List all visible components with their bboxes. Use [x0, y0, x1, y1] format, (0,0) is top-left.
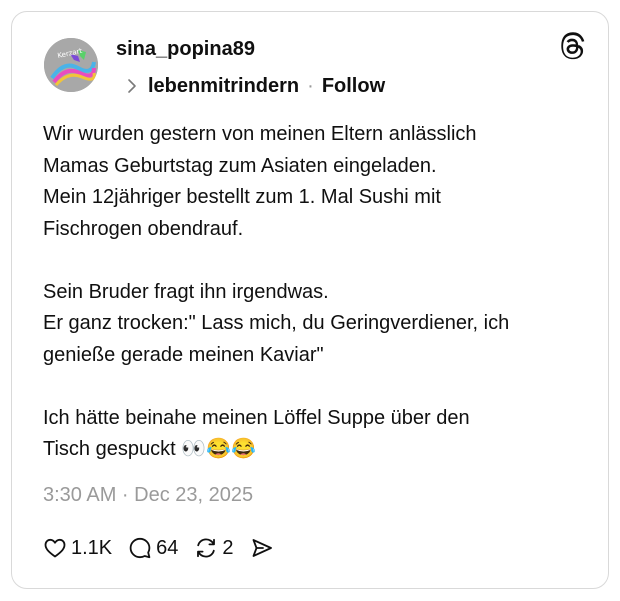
repost-icon [197, 538, 216, 558]
heart-icon [44, 538, 66, 558]
reply-to-username[interactable]: lebenmitrindern [148, 75, 299, 98]
reply-count: 64 [156, 536, 179, 559]
share-button[interactable] [250, 536, 274, 560]
reply-button[interactable]: 64 [128, 536, 178, 560]
avatar-image: Kerzart [44, 38, 98, 92]
send-icon [252, 539, 272, 557]
reply-context: lebenmitrindern · Follow [126, 73, 385, 99]
post-body: Wir wurden gestern von meinen Eltern anl… [43, 123, 510, 460]
chevron-right-icon [126, 78, 138, 94]
repost-button[interactable]: 2 [194, 536, 234, 560]
username[interactable]: sina_popina89 [116, 38, 255, 61]
action-bar: 1.1K 64 2 [43, 534, 290, 562]
like-count: 1.1K [71, 536, 113, 559]
comment-icon [129, 537, 151, 559]
follow-button[interactable]: Follow [322, 75, 385, 98]
threads-logo-icon[interactable] [559, 32, 587, 60]
separator-dot: · [307, 74, 314, 97]
avatar[interactable]: Kerzart [44, 38, 98, 92]
post-timestamp[interactable]: 3:30 AM · Dec 23, 2025 [43, 484, 253, 507]
post-card: Kerzart sina_popina89 lebenmitrindern · … [11, 11, 609, 589]
like-button[interactable]: 1.1K [43, 536, 112, 560]
repost-count: 2 [222, 536, 234, 559]
